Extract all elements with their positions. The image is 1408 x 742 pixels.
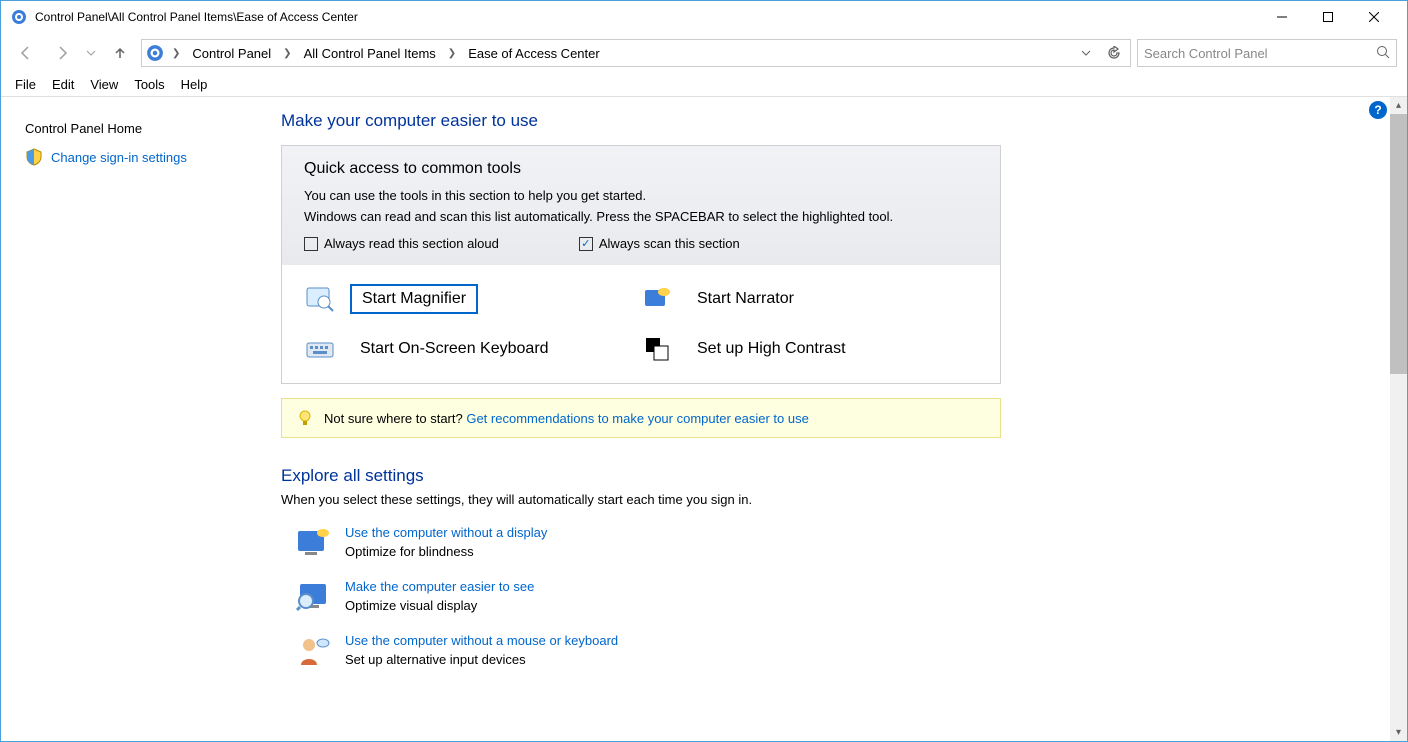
explore-item: Use the computer without a mouse or keyb… xyxy=(281,633,1001,669)
breadcrumb-part[interactable]: Control Panel xyxy=(188,44,275,63)
explore-sub: Set up alternative input devices xyxy=(345,652,526,667)
monitor-magnify-icon xyxy=(295,579,331,615)
checkbox-read-aloud[interactable]: Always read this section aloud xyxy=(304,236,499,251)
help-button[interactable]: ? xyxy=(1369,101,1387,119)
tool-label: Start Magnifier xyxy=(350,284,478,314)
tool-high-contrast[interactable]: Set up High Contrast xyxy=(641,333,978,365)
main-panel: Make your computer easier to use Quick a… xyxy=(281,97,1407,741)
recent-dropdown[interactable] xyxy=(83,38,99,68)
window-title: Control Panel\All Control Panel Items\Ea… xyxy=(35,10,1259,24)
explore-item: Use the computer without a display Optim… xyxy=(281,525,1001,561)
address-dropdown[interactable] xyxy=(1074,41,1098,65)
titlebar: Control Panel\All Control Panel Items\Ea… xyxy=(1,1,1407,33)
menubar: File Edit View Tools Help xyxy=(1,73,1407,97)
checkbox-scan-section[interactable]: ✓ Always scan this section xyxy=(579,236,740,251)
explore-item: Make the computer easier to see Optimize… xyxy=(281,579,1001,615)
person-speech-icon xyxy=(295,633,331,669)
explore-link[interactable]: Make the computer easier to see xyxy=(345,579,534,594)
control-panel-icon xyxy=(146,44,164,62)
explore-link[interactable]: Use the computer without a display xyxy=(345,525,547,540)
scroll-thumb[interactable] xyxy=(1390,114,1407,374)
tip-prefix: Not sure where to start? xyxy=(324,411,466,426)
checkbox-icon xyxy=(304,237,318,251)
explore-sub: Optimize for blindness xyxy=(345,544,474,559)
chevron-right-icon: ❯ xyxy=(279,48,295,59)
checkbox-label: Always scan this section xyxy=(599,236,740,251)
scroll-down-button[interactable]: ▾ xyxy=(1390,724,1407,741)
quick-access-box: Quick access to common tools You can use… xyxy=(281,145,1001,384)
up-button[interactable] xyxy=(105,38,135,68)
tool-start-magnifier[interactable]: Start Magnifier xyxy=(304,283,641,315)
sidebar: Control Panel Home Change sign-in settin… xyxy=(1,97,281,741)
keyboard-icon xyxy=(304,333,336,365)
forward-button[interactable] xyxy=(47,38,77,68)
narrator-icon xyxy=(641,283,673,315)
control-panel-icon xyxy=(11,9,27,25)
quick-desc: Windows can read and scan this list auto… xyxy=(304,209,978,224)
monitor-speech-icon xyxy=(295,525,331,561)
scrollbar[interactable]: ▴ ▾ xyxy=(1390,97,1407,741)
sidebar-label: Control Panel Home xyxy=(25,121,142,136)
address-bar-row: ❯ Control Panel ❯ All Control Panel Item… xyxy=(1,33,1407,73)
chevron-right-icon: ❯ xyxy=(444,48,460,59)
checkbox-label: Always read this section aloud xyxy=(324,236,499,251)
tip-link[interactable]: Get recommendations to make your compute… xyxy=(466,411,809,426)
search-box[interactable] xyxy=(1137,39,1397,67)
scroll-up-button[interactable]: ▴ xyxy=(1390,97,1407,114)
tool-label: Set up High Contrast xyxy=(687,336,856,362)
tip-bar: Not sure where to start? Get recommendat… xyxy=(281,398,1001,438)
tool-start-narrator[interactable]: Start Narrator xyxy=(641,283,978,315)
explore-heading: Explore all settings xyxy=(281,466,1001,486)
search-input[interactable] xyxy=(1144,46,1376,61)
menu-view[interactable]: View xyxy=(82,75,126,94)
tool-start-osk[interactable]: Start On-Screen Keyboard xyxy=(304,333,641,365)
contrast-icon xyxy=(641,333,673,365)
chevron-right-icon: ❯ xyxy=(168,48,184,59)
explore-sub: Optimize visual display xyxy=(345,598,477,613)
search-icon[interactable] xyxy=(1376,45,1390,62)
page-heading: Make your computer easier to use xyxy=(281,111,1001,131)
tool-label: Start Narrator xyxy=(687,286,804,312)
content: Control Panel Home Change sign-in settin… xyxy=(1,97,1407,741)
menu-help[interactable]: Help xyxy=(173,75,216,94)
sidebar-home[interactable]: Control Panel Home xyxy=(15,115,267,142)
lightbulb-icon xyxy=(296,409,314,427)
maximize-button[interactable] xyxy=(1305,1,1351,33)
checkbox-icon: ✓ xyxy=(579,237,593,251)
breadcrumb-part[interactable]: All Control Panel Items xyxy=(300,44,440,63)
close-button[interactable] xyxy=(1351,1,1397,33)
quick-access-title: Quick access to common tools xyxy=(304,160,978,178)
menu-edit[interactable]: Edit xyxy=(44,75,82,94)
address-box[interactable]: ❯ Control Panel ❯ All Control Panel Item… xyxy=(141,39,1131,67)
menu-file[interactable]: File xyxy=(7,75,44,94)
menu-tools[interactable]: Tools xyxy=(126,75,172,94)
magnifier-icon xyxy=(304,283,336,315)
sidebar-label: Change sign-in settings xyxy=(51,150,187,165)
breadcrumb-part[interactable]: Ease of Access Center xyxy=(464,44,604,63)
explore-desc: When you select these settings, they wil… xyxy=(281,492,1001,507)
sidebar-change-signin[interactable]: Change sign-in settings xyxy=(15,142,267,172)
back-button[interactable] xyxy=(11,38,41,68)
refresh-button[interactable] xyxy=(1102,41,1126,65)
tool-label: Start On-Screen Keyboard xyxy=(350,336,559,362)
quick-desc: You can use the tools in this section to… xyxy=(304,188,978,203)
explore-link[interactable]: Use the computer without a mouse or keyb… xyxy=(345,633,618,648)
minimize-button[interactable] xyxy=(1259,1,1305,33)
shield-icon xyxy=(25,148,43,166)
